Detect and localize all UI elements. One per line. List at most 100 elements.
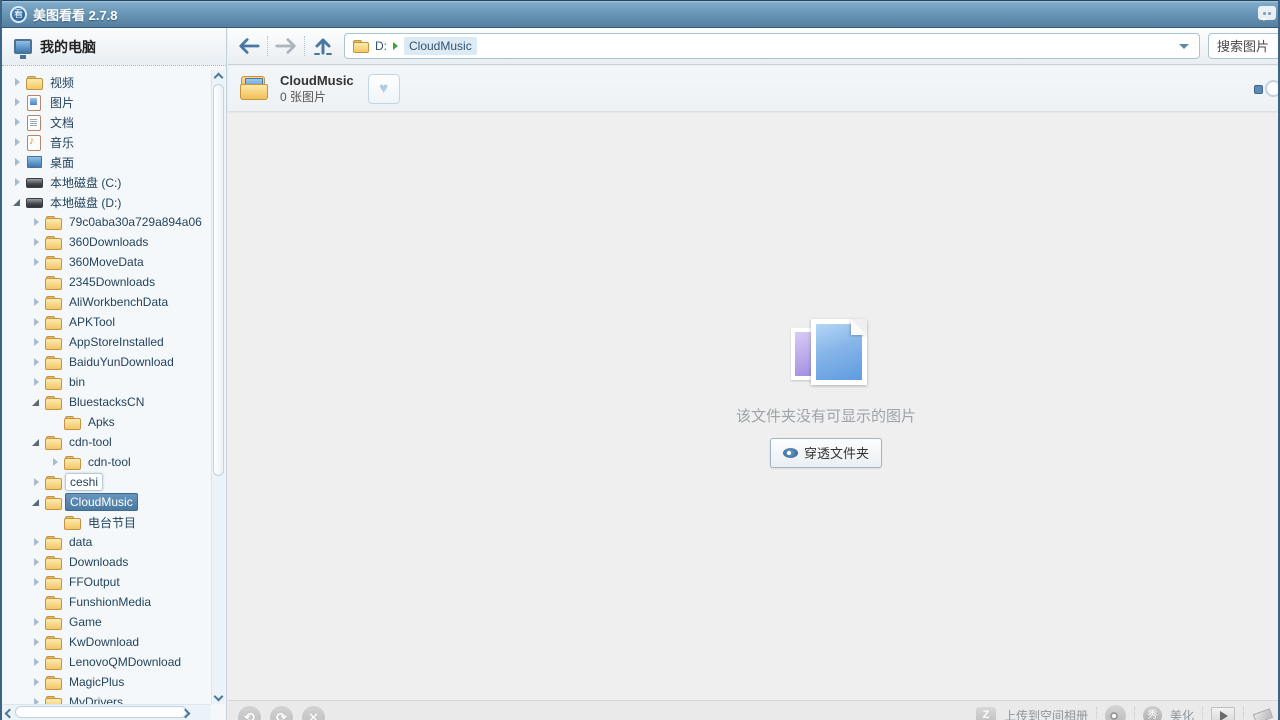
tree-expand-arrow-icon[interactable]: [50, 416, 62, 428]
tree-expand-arrow-icon[interactable]: [50, 516, 62, 528]
tree-item-label[interactable]: MyDrivers: [65, 694, 127, 704]
tree-expand-arrow-icon[interactable]: [12, 176, 24, 188]
tree-expand-arrow-icon[interactable]: [31, 296, 43, 308]
tree-expand-arrow-icon[interactable]: [12, 156, 24, 168]
tree-expand-arrow-icon[interactable]: [31, 336, 43, 348]
scroll-up-icon[interactable]: [214, 73, 224, 83]
tree-expand-arrow-icon[interactable]: [31, 356, 43, 368]
tree-item-label[interactable]: 电台节目: [84, 513, 140, 532]
tree-item[interactable]: Apks: [2, 412, 211, 432]
tree-item[interactable]: Downloads: [2, 552, 211, 572]
tree-expand-arrow-icon[interactable]: [31, 676, 43, 688]
tree-item-label[interactable]: 文档: [46, 113, 78, 132]
tree-item[interactable]: 图片: [2, 92, 211, 112]
tree-item[interactable]: APKTool: [2, 312, 211, 332]
tree-item[interactable]: 79c0aba30a729a894a06: [2, 212, 211, 232]
tree-item[interactable]: AppStoreInstalled: [2, 332, 211, 352]
tree-item-label[interactable]: cdn-tool: [65, 434, 116, 450]
tree-item-label[interactable]: MagicPlus: [65, 674, 128, 690]
tree-item[interactable]: Game: [2, 612, 211, 632]
tree-item-label[interactable]: FunshionMedia: [65, 594, 155, 610]
tree-item[interactable]: 视频: [2, 72, 211, 92]
tree-item[interactable]: 音乐: [2, 132, 211, 152]
tree-item-label[interactable]: Downloads: [65, 554, 132, 570]
tree-item-label[interactable]: APKTool: [65, 314, 119, 330]
tree-item[interactable]: 文档: [2, 112, 211, 132]
pierce-folder-button[interactable]: 穿透文件夹: [770, 438, 882, 468]
weibo-share-icon[interactable]: [1105, 705, 1126, 720]
tree-item-label[interactable]: Apks: [84, 414, 119, 430]
scroll-left-icon[interactable]: [5, 709, 15, 719]
beautify-label[interactable]: 美化: [1170, 707, 1194, 720]
tree-item-label[interactable]: BluestacksCN: [65, 394, 148, 410]
tree-item[interactable]: bin: [2, 372, 211, 392]
tree-expand-arrow-icon[interactable]: [31, 396, 43, 408]
tree-item-label[interactable]: LenovoQMDownload: [65, 654, 185, 670]
favorite-button[interactable]: ♥: [368, 74, 400, 104]
tree-item[interactable]: cdn-tool: [2, 452, 211, 472]
tree-item[interactable]: 本地磁盘 (C:): [2, 172, 211, 192]
tree-item-label[interactable]: ceshi: [65, 473, 103, 491]
upload-album-label[interactable]: 上传到空间相册: [1004, 707, 1088, 720]
tree-item[interactable]: FunshionMedia: [2, 592, 211, 612]
search-box[interactable]: [1208, 33, 1278, 59]
address-bar[interactable]: D: CloudMusic: [344, 33, 1200, 59]
horizontal-scroll-thumb[interactable]: [15, 706, 187, 718]
back-button[interactable]: [236, 33, 262, 59]
tree-expand-arrow-icon[interactable]: [31, 576, 43, 588]
tree-item[interactable]: 360Downloads: [2, 232, 211, 252]
address-dropdown-icon[interactable]: [1179, 44, 1189, 49]
vertical-scroll-thumb[interactable]: [213, 84, 224, 476]
tree-item[interactable]: KwDownload: [2, 632, 211, 652]
tree-item[interactable]: BluestacksCN: [2, 392, 211, 412]
tree-item-label[interactable]: 79c0aba30a729a894a06: [65, 214, 206, 230]
tree-expand-arrow-icon[interactable]: [31, 236, 43, 248]
meihua-icon[interactable]: 秀: [1143, 706, 1162, 720]
tree-expand-arrow-icon[interactable]: [31, 636, 43, 648]
tree-item[interactable]: data: [2, 532, 211, 552]
tree-item-label[interactable]: FFOutput: [65, 574, 124, 590]
sidebar-horizontal-scrollbar[interactable]: [2, 704, 211, 720]
tree-item[interactable]: 360MoveData: [2, 252, 211, 272]
tree-item-label[interactable]: 本地磁盘 (D:): [46, 193, 125, 212]
tree-item-label[interactable]: 音乐: [46, 133, 78, 152]
tree-item[interactable]: BaiduYunDownload: [2, 352, 211, 372]
tree-item-label[interactable]: 360MoveData: [65, 254, 148, 270]
rotate-left-button[interactable]: ⟲: [238, 706, 261, 720]
tree-item-label[interactable]: data: [65, 534, 96, 550]
tree-item-label[interactable]: cdn-tool: [84, 454, 135, 470]
tree-item-label[interactable]: KwDownload: [65, 634, 143, 650]
tree-expand-arrow-icon[interactable]: [50, 456, 62, 468]
tree-item-label[interactable]: AppStoreInstalled: [65, 334, 168, 350]
share-icon[interactable]: [1252, 707, 1272, 720]
tree-expand-arrow-icon[interactable]: [31, 276, 43, 288]
tree-item[interactable]: MagicPlus: [2, 672, 211, 692]
tree-expand-arrow-icon[interactable]: [31, 696, 43, 704]
up-button[interactable]: [310, 33, 336, 59]
tree-item[interactable]: 2345Downloads: [2, 272, 211, 292]
tree-expand-arrow-icon[interactable]: [12, 116, 24, 128]
tree-expand-arrow-icon[interactable]: [12, 96, 24, 108]
tree-item[interactable]: cdn-tool: [2, 432, 211, 452]
tree-expand-arrow-icon[interactable]: [31, 376, 43, 388]
tree-item[interactable]: 电台节目: [2, 512, 211, 532]
tree-item[interactable]: MyDrivers: [2, 692, 211, 704]
tree-expand-arrow-icon[interactable]: [12, 196, 24, 208]
tree-item[interactable]: 桌面: [2, 152, 211, 172]
tree-item-label[interactable]: CloudMusic: [65, 493, 138, 511]
tree-item[interactable]: LenovoQMDownload: [2, 652, 211, 672]
forward-button[interactable]: [273, 33, 299, 59]
tree-item[interactable]: AliWorkbenchData: [2, 292, 211, 312]
tree-item[interactable]: 本地磁盘 (D:): [2, 192, 211, 212]
tree-item-label[interactable]: 2345Downloads: [65, 274, 159, 290]
tree-expand-arrow-icon[interactable]: [31, 256, 43, 268]
delete-button[interactable]: ✕: [302, 706, 325, 720]
tree-expand-arrow-icon[interactable]: [31, 536, 43, 548]
address-segment[interactable]: CloudMusic: [404, 37, 477, 55]
tree-expand-arrow-icon[interactable]: [31, 476, 43, 488]
rotate-right-button[interactable]: ⟳: [270, 706, 293, 720]
sidebar-vertical-scrollbar[interactable]: [211, 70, 225, 704]
tree-item-label[interactable]: Game: [65, 614, 106, 630]
tree-item[interactable]: ceshi: [2, 472, 211, 492]
tree-expand-arrow-icon[interactable]: [31, 656, 43, 668]
